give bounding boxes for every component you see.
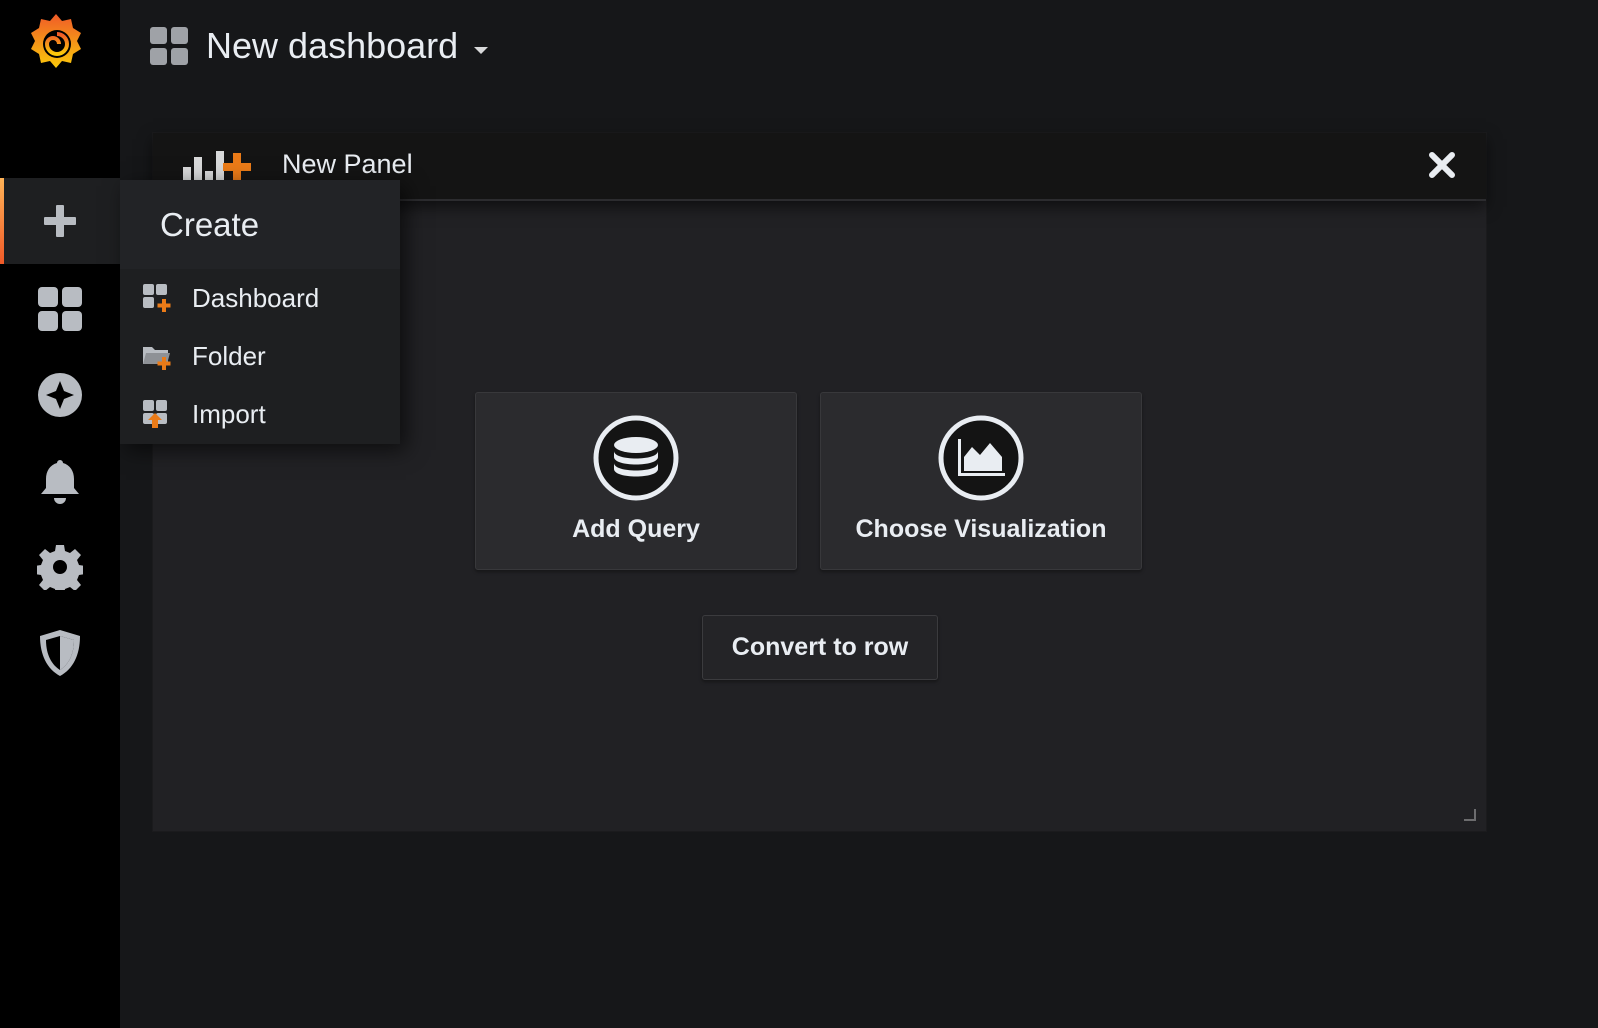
add-panel-icon — [183, 151, 251, 183]
add-query-button[interactable]: Add Query — [475, 392, 797, 570]
compass-icon — [38, 373, 82, 417]
menu-item-dashboard[interactable]: Dashboard — [120, 269, 400, 327]
choose-visualization-label: Choose Visualization — [855, 515, 1107, 543]
sidebar-item-alerting[interactable] — [0, 438, 120, 524]
menu-item-label: Import — [192, 398, 266, 429]
create-dropdown: Create Dashboard Folder Import — [120, 180, 400, 444]
choose-visualization-button[interactable]: Choose Visualization — [820, 392, 1142, 570]
dashboard-title[interactable]: New dashboard — [206, 25, 458, 67]
folder-add-icon — [143, 347, 171, 370]
dashboard-header: New dashboard — [150, 22, 489, 70]
close-icon[interactable] — [1426, 149, 1458, 181]
panel-title: New Panel — [282, 149, 413, 179]
sidebar-item-explore[interactable] — [0, 352, 120, 438]
menu-item-import[interactable]: Import — [120, 385, 400, 443]
dashboard-add-icon — [143, 284, 171, 312]
create-menu-title: Create — [120, 180, 400, 269]
menu-item-folder[interactable]: Folder — [120, 327, 400, 385]
chevron-down-icon[interactable] — [474, 46, 489, 54]
convert-to-row-button[interactable]: Convert to row — [702, 615, 938, 680]
sidebar-item-create[interactable] — [0, 178, 120, 264]
menu-item-label: Dashboard — [192, 282, 320, 313]
dashboards-icon — [38, 287, 82, 331]
shield-icon — [40, 630, 80, 676]
import-icon — [143, 400, 167, 428]
gear-icon — [37, 545, 83, 590]
dashboard-grid-icon — [150, 27, 188, 65]
menu-item-label: Folder — [192, 340, 266, 371]
grafana-logo-icon[interactable] — [24, 10, 88, 74]
sidebar-item-server-admin[interactable] — [0, 610, 120, 696]
area-chart-icon — [938, 415, 1024, 501]
sidebar — [0, 0, 120, 1028]
sidebar-item-configuration[interactable] — [0, 524, 120, 610]
plus-icon — [44, 205, 76, 237]
database-icon — [593, 415, 679, 501]
bell-icon — [41, 460, 79, 504]
sidebar-item-dashboards[interactable] — [0, 266, 120, 352]
resize-handle-icon[interactable] — [1464, 809, 1476, 821]
add-query-label: Add Query — [572, 515, 700, 543]
